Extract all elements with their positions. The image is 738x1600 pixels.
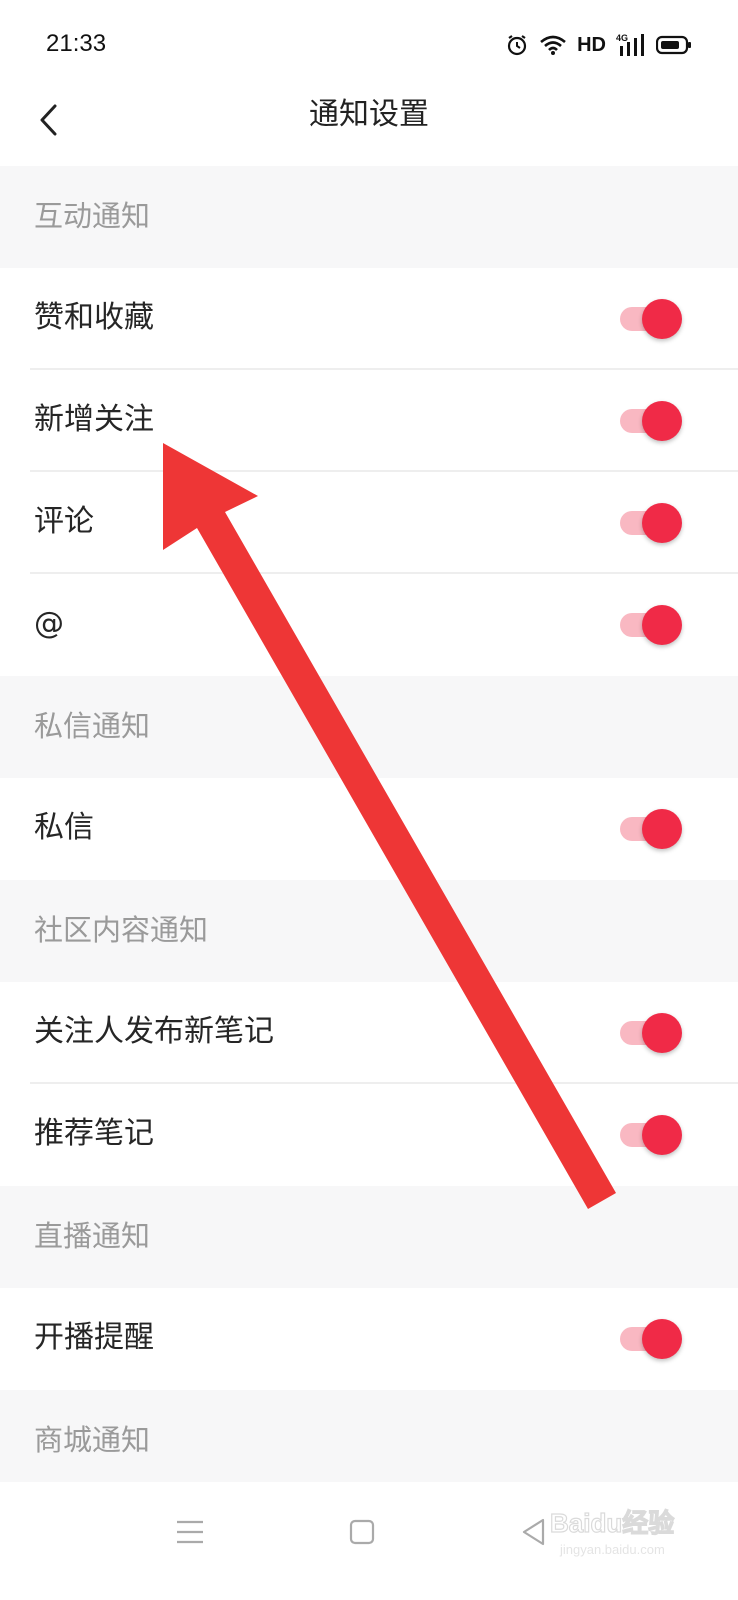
title-bar: 通知设置 — [0, 80, 738, 166]
setting-label: 关注人发布新笔记 — [34, 1014, 274, 1049]
section-header-interaction: 互动通知 — [0, 166, 738, 268]
setting-row-likes-favorites: 赞和收藏 — [0, 268, 738, 370]
section-header-messages: 私信通知 — [0, 676, 738, 778]
alarm-icon — [505, 33, 529, 57]
menu-nav-button[interactable] — [160, 1504, 220, 1564]
watermark-brand: Baidu经验 — [550, 1508, 674, 1538]
status-bar: 21:33 HD 4G — [0, 0, 738, 80]
battery-icon — [656, 35, 692, 55]
setting-label: 新增关注 — [34, 402, 154, 437]
section-header-live: 直播通知 — [0, 1186, 738, 1288]
toggle-knob — [642, 299, 682, 339]
toggle-switch[interactable] — [620, 809, 686, 849]
toggle-knob — [642, 605, 682, 645]
toggle-knob — [642, 401, 682, 441]
toggle-switch[interactable] — [620, 1115, 686, 1155]
setting-label: 推荐笔记 — [34, 1116, 154, 1151]
setting-label: 赞和收藏 — [34, 300, 154, 335]
home-nav-button[interactable] — [332, 1504, 392, 1564]
setting-row-live-start-reminder: 开播提醒 — [0, 1288, 738, 1390]
setting-label: 开播提醒 — [34, 1320, 154, 1355]
page-title: 通知设置 — [309, 97, 429, 132]
wifi-icon — [539, 34, 567, 56]
setting-label: 评论 — [34, 504, 94, 539]
setting-label: 私信 — [34, 810, 94, 845]
toggle-switch[interactable] — [620, 401, 686, 441]
setting-row-recommended-notes: 推荐笔记 — [0, 1084, 738, 1186]
toggle-knob — [642, 1319, 682, 1359]
section-title: 商城通知 — [34, 1423, 151, 1457]
network-type-label: 4G — [616, 33, 628, 43]
toggle-switch[interactable] — [620, 1319, 686, 1359]
toggle-knob — [642, 503, 682, 543]
setting-row-followed-new-notes: 关注人发布新笔记 — [0, 982, 738, 1084]
square-home-icon — [348, 1518, 376, 1550]
setting-label: @ — [34, 606, 64, 641]
setting-row-comments: 评论 — [0, 472, 738, 574]
menu-icon — [175, 1519, 205, 1549]
section-title: 私信通知 — [34, 709, 151, 743]
section-header-mall: 商城通知 — [0, 1390, 738, 1492]
section-header-community: 社区内容通知 — [0, 880, 738, 982]
cellular-signal-icon: 4G — [616, 32, 646, 58]
watermark-url: jingyan.baidu.com — [559, 1542, 665, 1557]
settings-list: 互动通知 赞和收藏 新增关注 评论 @ 私信通知 私信 社区内容通知 关注人发布… — [0, 166, 738, 1492]
toggle-knob — [642, 1013, 682, 1053]
setting-row-new-followers: 新增关注 — [0, 370, 738, 472]
toggle-switch[interactable] — [620, 605, 686, 645]
setting-row-mentions: @ — [0, 574, 738, 676]
section-title: 社区内容通知 — [34, 913, 209, 947]
status-icons: HD 4G — [505, 28, 692, 62]
toggle-switch[interactable] — [620, 299, 686, 339]
status-time: 21:33 — [46, 30, 107, 57]
section-title: 互动通知 — [34, 199, 151, 233]
section-title: 直播通知 — [34, 1219, 151, 1253]
toggle-switch[interactable] — [620, 503, 686, 543]
toggle-knob — [642, 809, 682, 849]
network-hd-label: HD — [577, 33, 606, 56]
setting-row-private-messages: 私信 — [0, 778, 738, 880]
toggle-switch[interactable] — [620, 1013, 686, 1053]
baidu-jingyan-watermark: Baidu经验 jingyan.baidu.com — [549, 1507, 674, 1557]
toggle-knob — [642, 1115, 682, 1155]
